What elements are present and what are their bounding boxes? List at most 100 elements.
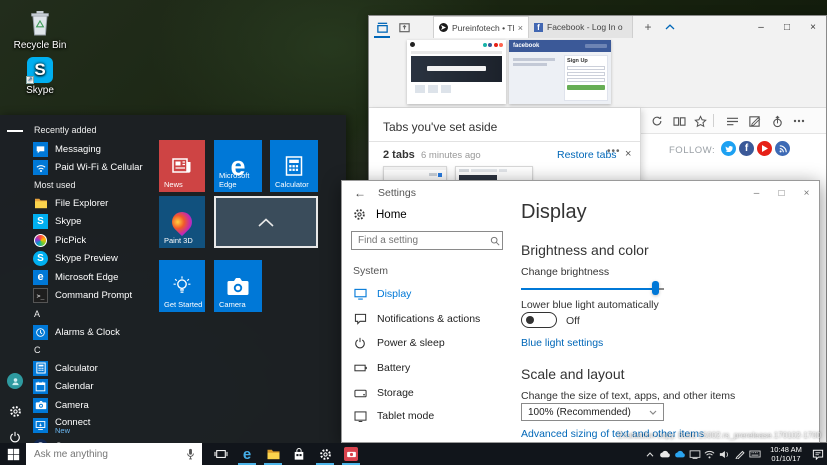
nav-item-battery[interactable]: Battery [342, 356, 512, 380]
edge-tab-previews: facebook Sign Up [369, 38, 826, 108]
task-view-icon[interactable] [208, 443, 234, 465]
settings-search-input[interactable] [352, 235, 490, 246]
shortcut-arrow-icon: ↗ [26, 76, 34, 84]
nav-item-tablet-mode[interactable]: Tablet mode [342, 404, 512, 428]
blue-light-settings-link[interactable]: Blue light settings [521, 337, 603, 349]
social-icons: f [721, 141, 790, 156]
start-app-skype[interactable]: S Skype [28, 213, 178, 232]
group-delete-icon[interactable]: × [625, 148, 631, 160]
tile-camera[interactable]: Camera [214, 260, 262, 312]
new-tab-icon[interactable]: + [637, 16, 659, 38]
power-icon[interactable] [7, 429, 23, 443]
touch-keyboard-icon[interactable] [747, 443, 762, 465]
scale-dropdown[interactable]: 100% (Recommended) [521, 403, 664, 421]
desktop-icon-skype[interactable]: S ↗ Skype [5, 57, 75, 96]
tile-get-started[interactable]: Get Started [159, 260, 205, 312]
taskbar-settings-icon[interactable] [312, 443, 338, 465]
reading-view-icon[interactable] [671, 113, 687, 129]
tab-pureinfotech[interactable]: Pureinfotech • The Win × [433, 16, 529, 38]
cast-screen-icon[interactable] [687, 443, 702, 465]
nav-item-display[interactable]: Display [342, 282, 512, 306]
taskbar-edge-icon[interactable]: e [234, 443, 260, 465]
nav-item-notifications[interactable]: Notifications & actions [342, 307, 512, 331]
start-app-calendar[interactable]: Calendar [28, 378, 178, 397]
start-app-camera[interactable]: Camera [28, 396, 178, 415]
nav-item-storage[interactable]: Storage [342, 381, 512, 405]
tab-preview-pureinfotech[interactable] [407, 40, 506, 104]
action-center-icon[interactable] [810, 443, 825, 465]
tile-calculator[interactable]: Calculator [270, 140, 318, 192]
start-app-microsoft-edge[interactable]: e Microsoft Edge [28, 268, 178, 287]
tile-folder-collapse[interactable] [214, 196, 318, 248]
youtube-icon[interactable] [757, 141, 772, 156]
edge-maximize-icon[interactable]: □ [774, 16, 800, 38]
onedrive-icon[interactable] [672, 443, 687, 465]
start-app-file-explorer[interactable]: File Explorer [28, 194, 178, 213]
taskbar-store-icon[interactable] [286, 443, 312, 465]
tile-microsoft-edge[interactable]: e Microsoft Edge [214, 140, 262, 192]
start-app-skype-preview[interactable]: S Skype Preview [28, 250, 178, 269]
tile-paint-3d[interactable]: Paint 3D [159, 196, 205, 248]
windows-ink-pen-icon[interactable] [732, 443, 747, 465]
microphone-icon[interactable] [186, 448, 195, 460]
desktop-icon-label: Skype [26, 85, 54, 96]
tab-facebook[interactable]: f Facebook - Log In or Sign U [529, 16, 633, 38]
volume-icon[interactable] [717, 443, 732, 465]
tab-close-icon[interactable]: × [518, 23, 523, 33]
tabs-set-aside-active-icon[interactable] [371, 16, 393, 38]
taskbar-file-explorer-icon[interactable] [260, 443, 286, 465]
group-more-icon[interactable]: ••• [607, 146, 621, 157]
settings-home[interactable]: Home [353, 208, 407, 221]
brightness-slider[interactable] [521, 281, 664, 295]
start-menu-rail [0, 115, 28, 443]
taskbar-search-input[interactable] [26, 448, 186, 460]
hide-tab-previews-icon[interactable] [659, 16, 681, 38]
share-icon[interactable] [769, 113, 785, 129]
cloud-icon[interactable] [657, 443, 672, 465]
edge-close-icon[interactable]: × [800, 16, 826, 38]
desktop-icon-recycle-bin[interactable]: Recycle Bin [5, 8, 75, 51]
taskbar-picpick-icon[interactable] [338, 443, 364, 465]
settings-close-icon[interactable]: × [794, 183, 819, 203]
taskbar-clock[interactable]: 10:48 AM 01/10/17 [764, 445, 808, 463]
refresh-icon[interactable] [649, 113, 665, 129]
start-app-messaging[interactable]: Messaging [28, 140, 178, 159]
set-tabs-aside-icon[interactable] [393, 16, 415, 38]
twitter-icon[interactable] [721, 141, 736, 156]
user-avatar[interactable] [7, 373, 23, 389]
favorites-star-icon[interactable] [692, 113, 708, 129]
start-app-connect[interactable]: Connect New [28, 415, 178, 437]
start-app-command-prompt[interactable]: >_ Command Prompt [28, 287, 178, 306]
facebook-icon[interactable]: f [739, 141, 754, 156]
start-button[interactable] [0, 443, 26, 465]
hub-icon[interactable] [724, 113, 740, 129]
more-actions-icon[interactable] [791, 113, 807, 129]
start-app-paid-wifi[interactable]: Paid Wi-Fi & Cellular [28, 159, 178, 178]
cortana-search-box[interactable] [26, 443, 202, 465]
tile-news[interactable]: News [159, 140, 205, 192]
bluelight-toggle[interactable] [521, 312, 557, 328]
nav-section-label: System [353, 265, 389, 277]
skype-icon: S ↗ [5, 57, 75, 84]
nav-item-power-sleep[interactable]: Power & sleep [342, 331, 512, 355]
settings-minimize-icon[interactable]: – [744, 183, 769, 203]
start-app-picpick[interactable]: PicPick [28, 231, 178, 250]
tray-chevron-up-icon[interactable] [642, 443, 657, 465]
tab-preview-facebook[interactable]: facebook Sign Up [509, 40, 611, 104]
settings-maximize-icon[interactable]: □ [769, 183, 794, 203]
edge-minimize-icon[interactable]: – [748, 16, 774, 38]
start-settings-icon[interactable] [7, 403, 23, 419]
picpick-icon [33, 233, 48, 248]
back-arrow-icon[interactable]: ← [354, 186, 366, 200]
clock-icon [33, 324, 48, 340]
settings-window: ← Settings – □ × Home System Display Not… [341, 180, 820, 443]
start-app-calculator[interactable]: Calculator [28, 359, 178, 378]
rss-icon[interactable] [775, 141, 790, 156]
hamburger-menu-icon[interactable] [7, 123, 23, 139]
web-note-icon[interactable] [746, 113, 762, 129]
slider-thumb[interactable] [652, 281, 659, 295]
settings-search-box[interactable] [351, 231, 503, 250]
network-icon[interactable] [702, 443, 717, 465]
start-app-alarms-clock[interactable]: Alarms & Clock [28, 323, 178, 342]
tab-group-age: 6 minutes ago [421, 150, 481, 161]
